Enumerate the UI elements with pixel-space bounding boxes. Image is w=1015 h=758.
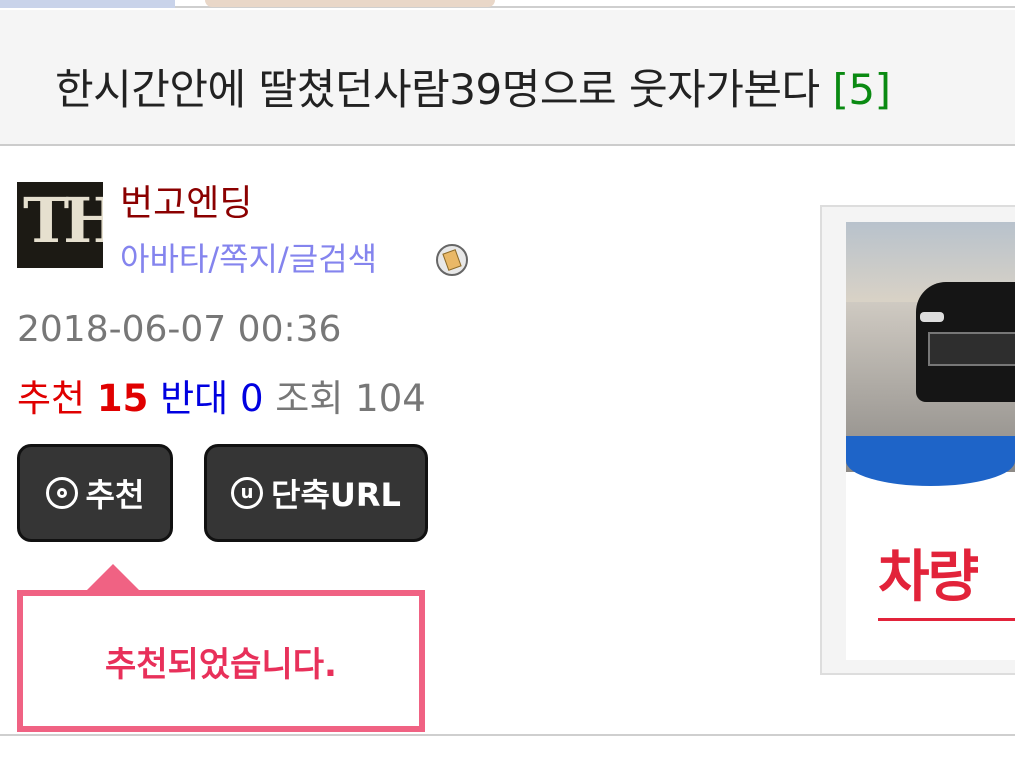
ad-underline [878,618,1015,621]
views-label: 조회 [275,377,344,420]
post-title-text: 한시간안에 딸쳤던사람39명으로 웃자가본다 [55,65,820,114]
comment-count[interactable]: [5] [833,65,892,114]
u-circle-icon: u [231,477,264,509]
recommend-button-label: 추천 [85,476,145,514]
ad-text: 차량 [878,545,979,610]
toast-arrow [86,564,140,591]
author-links[interactable]: 아바타/쪽지/글검색 [120,234,377,280]
cropped-thumbnail-mid [205,0,495,7]
post-title: 한시간안에 딸쳤던사람39명으로 웃자가본다 [5] [55,56,891,117]
recommend-label: 추천 [17,377,86,420]
avatar[interactable]: TH [17,182,103,268]
cropped-thumbnail-left [0,0,175,8]
recommend-count: 15 [96,377,149,420]
divider [0,734,1015,736]
ad-banner[interactable]: 차량 [846,222,1015,660]
toast-message: 추천되었습니다. [105,644,337,685]
ad-blue-swoosh [846,436,1015,486]
recommend-button[interactable]: 추천 [17,444,173,542]
badge-icon [436,244,468,276]
target-circle-icon [45,477,78,509]
recommend-toast: 추천되었습니다. [17,590,425,732]
top-image-strip [0,0,1015,8]
short-url-button-label: 단축URL [271,476,401,514]
short-url-button[interactable]: u 단축URL [204,444,428,542]
post-date: 2018-06-07 00:36 [17,309,342,350]
post-title-bar: 한시간안에 딸쳤던사람39명으로 웃자가본다 [5] [0,10,1015,146]
post-stats: 추천 15 반대 0 조회 104 [17,368,426,422]
ad-car-image [916,282,1015,402]
views-count: 104 [355,377,426,420]
oppose-count: 0 [239,377,264,420]
avatar-glyph: TH [23,184,103,257]
oppose-label: 반대 [160,377,229,420]
author-name[interactable]: 번고엔딩 [120,174,252,226]
